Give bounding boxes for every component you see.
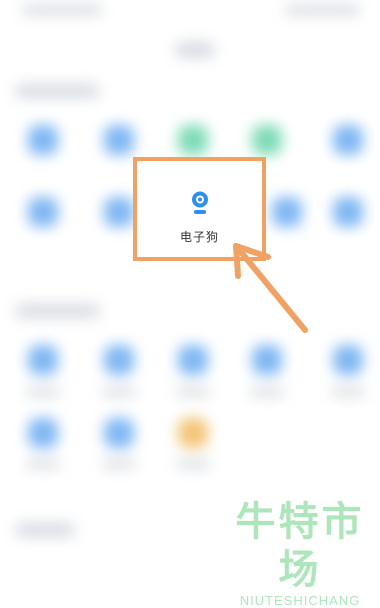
annotation-arrow: [233, 243, 308, 333]
watermark-pinyin: NIUTESHICHANG: [239, 593, 361, 608]
watermark-chinese: 牛特市场: [235, 499, 365, 593]
site-watermark: 牛特市场 NIUTESHICHANG: [220, 498, 380, 608]
